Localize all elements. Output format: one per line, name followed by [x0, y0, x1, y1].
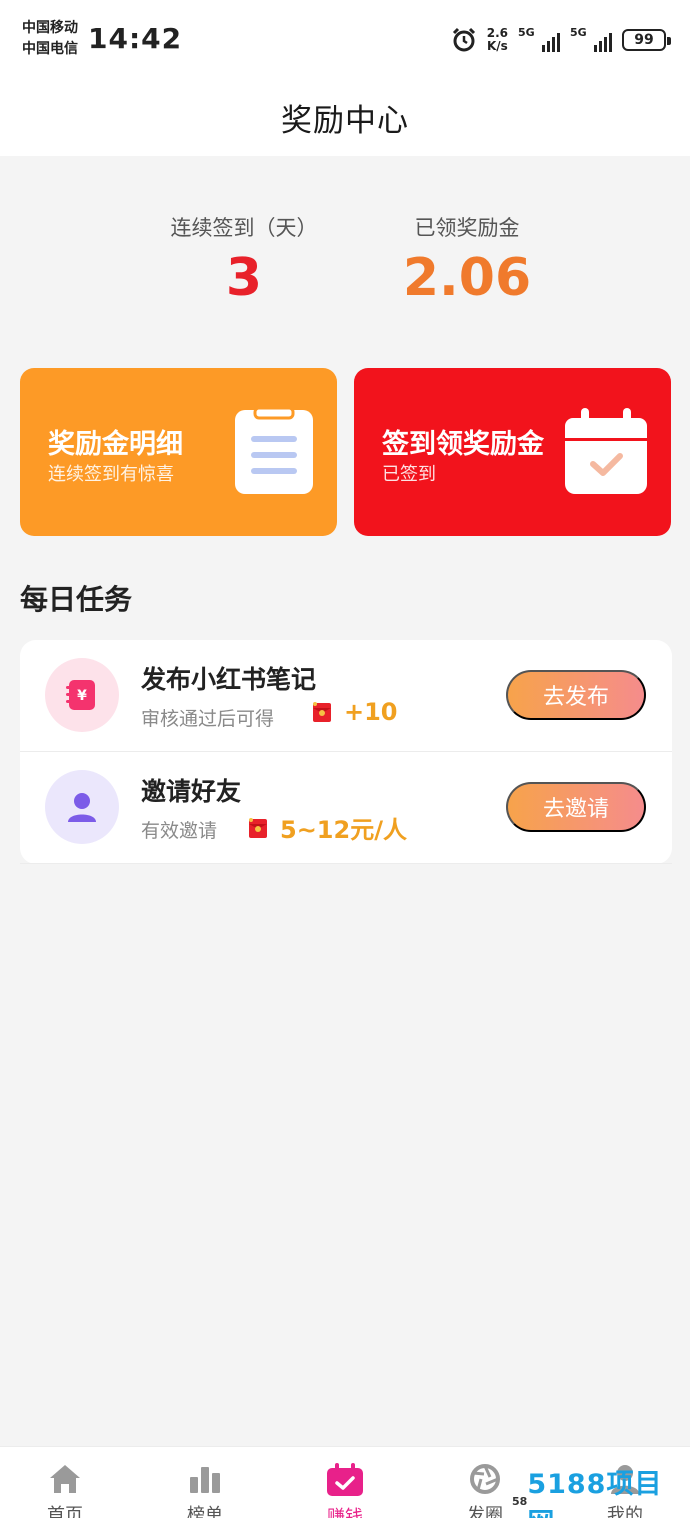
- watermark-logo: 58 5188项目网: [512, 1469, 690, 1518]
- page-header: 奖励中心: [0, 78, 690, 156]
- status-time: 14:42: [88, 22, 183, 55]
- publish-button[interactable]: 去发布: [506, 670, 646, 720]
- nav-item-ranking[interactable]: 榜单: [160, 1463, 250, 1518]
- task-invite-reward: 5~12元/人: [246, 810, 407, 845]
- user-icon: [68, 793, 96, 822]
- checkin-subtitle: 已签到: [382, 464, 436, 485]
- aperture-icon: [470, 1464, 500, 1494]
- task-invite-friend: 邀请好友 有效邀请 5~12元/人 去邀请: [20, 752, 672, 864]
- watermark-brand-text: 5188项目网: [527, 1469, 663, 1518]
- invite-button[interactable]: 去邀请: [506, 782, 646, 832]
- nav-ranking-label: 榜单: [187, 1505, 223, 1518]
- battery-icon: 99: [622, 29, 671, 51]
- watermark-small-text: 58: [512, 1494, 528, 1508]
- claimed-reward-label: 已领奖励金: [414, 216, 520, 240]
- network-speed-unit: K/s: [486, 39, 508, 53]
- alarm-clock-icon: [452, 27, 475, 52]
- consecutive-days-label: 连续签到（天）: [170, 216, 318, 240]
- signal-1-icon: 5G: [518, 26, 560, 52]
- daily-tasks-list: ¥ 发布小红书笔记 审核通过后可得 +10 去发布 邀请好友 有效邀请 5~12…: [20, 640, 672, 864]
- network-speed: 2.6 K/s: [487, 27, 508, 53]
- svg-text:¥: ¥: [77, 688, 87, 704]
- task-invite-icon-wrap: [45, 770, 119, 844]
- clipboard-icon: [235, 408, 313, 494]
- nav-earn-label: 赚钱: [327, 1507, 363, 1518]
- consecutive-days-value: 3: [225, 248, 263, 308]
- home-icon: [50, 1465, 80, 1493]
- nav-home-label: 首页: [47, 1505, 83, 1518]
- signal-2-icon: 5G: [570, 26, 612, 52]
- red-envelope-icon: [313, 702, 331, 722]
- bar-chart-icon: [190, 1467, 220, 1493]
- reward-detail-card[interactable]: 奖励金明细 连续签到有惊喜: [20, 368, 337, 536]
- status-indicators: 2.6 K/s 5G 5G 99: [451, 24, 671, 56]
- consecutive-days-stat: 连续签到（天） 3: [144, 212, 344, 308]
- task-publish-desc: 审核通过后可得: [141, 708, 275, 730]
- task-invite-name: 邀请好友: [141, 777, 242, 806]
- carrier-1: 中国移动: [22, 20, 78, 36]
- status-bar: 中国移动 中国电信 14:42 2.6 K/s 5G 5G 99: [0, 0, 690, 78]
- task-publish-name: 发布小红书笔记: [141, 665, 317, 694]
- task-invite-reward-value: 5~12元/人: [280, 816, 407, 844]
- reward-detail-title: 奖励金明细: [48, 429, 183, 460]
- battery-level: 99: [634, 32, 654, 48]
- checkin-title: 签到领奖励金: [382, 429, 544, 460]
- calendar-check-icon: [565, 408, 647, 494]
- task-publish-reward-value: +10: [344, 698, 398, 726]
- task-publish-reward: +10: [310, 698, 398, 726]
- daily-tasks-title: 每日任务: [20, 583, 133, 616]
- reward-detail-subtitle: 连续签到有惊喜: [48, 464, 174, 485]
- nav-item-earn[interactable]: 赚钱: [300, 1463, 390, 1518]
- task-publish-note: ¥ 发布小红书笔记 审核通过后可得 +10 去发布: [20, 640, 672, 752]
- task-publish-icon-wrap: ¥: [45, 658, 119, 732]
- notebook-yen-icon: ¥: [66, 680, 95, 710]
- calendar-check-icon: [327, 1463, 363, 1496]
- red-envelope-icon: [249, 817, 267, 838]
- signal-2-label: 5G: [570, 26, 587, 39]
- carrier-2: 中国电信: [22, 41, 78, 57]
- signal-1-label: 5G: [518, 26, 535, 39]
- checkin-card[interactable]: 签到领奖励金 已签到: [354, 368, 671, 536]
- carrier-info: 中国移动 中国电信: [22, 18, 78, 60]
- page-title: 奖励中心: [281, 102, 409, 139]
- task-invite-desc: 有效邀请: [141, 820, 218, 842]
- claimed-reward-stat: 已领奖励金 2.06: [367, 212, 567, 308]
- nav-item-home[interactable]: 首页: [20, 1463, 110, 1518]
- claimed-reward-value: 2.06: [402, 248, 532, 308]
